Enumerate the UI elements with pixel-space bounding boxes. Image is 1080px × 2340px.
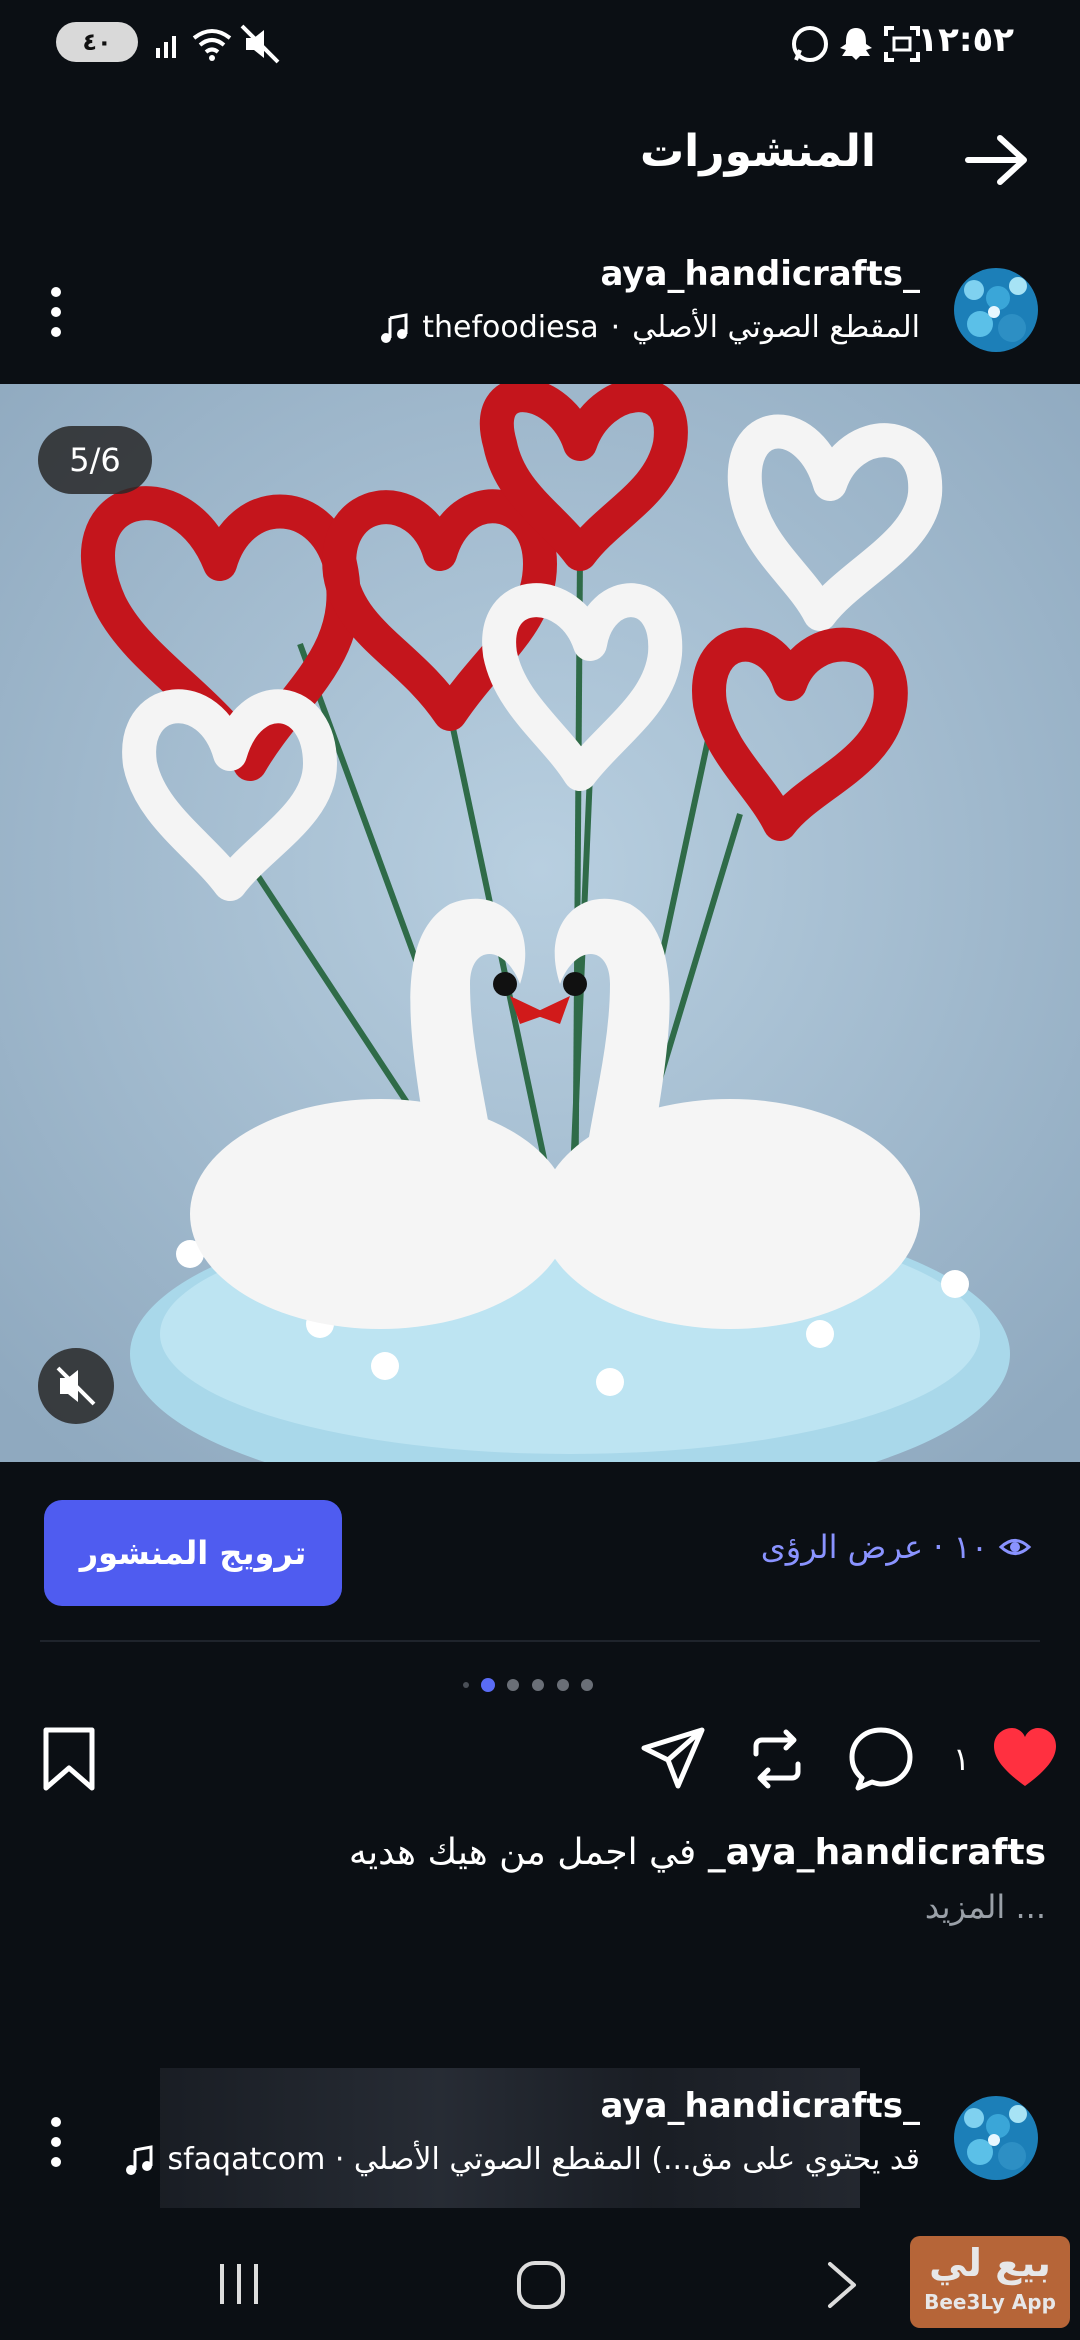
carousel-dots: [463, 1678, 593, 1692]
caption-text: في اجمل من هيك هديه: [348, 1832, 697, 1873]
repost-icon[interactable]: [742, 1724, 812, 1794]
avatar[interactable]: [954, 2096, 1038, 2180]
bookmark-icon[interactable]: [34, 1724, 104, 1794]
snapchat-icon: [840, 28, 872, 60]
post-username[interactable]: aya_handicrafts_: [601, 254, 921, 294]
swan-hearts-image: [0, 384, 1080, 1462]
carousel-dot: [581, 1679, 593, 1691]
watermark-title: بيع لي: [929, 2241, 1051, 2285]
heart-icon[interactable]: [990, 1724, 1060, 1794]
caption-more-link[interactable]: ... المزيد: [925, 1888, 1046, 1926]
carousel-dot: [532, 1679, 544, 1691]
avatar-image: [954, 268, 1038, 352]
mute-status-icon: [240, 24, 280, 64]
promote-post-button[interactable]: ترويج المنشور: [44, 1500, 342, 1606]
carousel-dot: [557, 1679, 569, 1691]
audio-line[interactable]: المقطع الصوتي الأصلي · thefoodiesa: [378, 310, 920, 345]
avatar-image: [954, 2096, 1038, 2180]
signal-icon: [156, 36, 176, 58]
post2-username[interactable]: aya_handicrafts_: [601, 2086, 921, 2126]
carousel-dot: [507, 1679, 519, 1691]
speaker-mute-icon: [56, 1366, 96, 1406]
post-caption: aya_handicrafts_ في اجمل من هيك هديه: [349, 1832, 1046, 1873]
page-title: المنشورات: [639, 126, 876, 177]
music-note-icon: [381, 312, 408, 343]
watermark-subtitle: Bee3Ly App: [924, 2290, 1056, 2314]
battery-level: ٤٠: [82, 28, 112, 56]
audio-author: thefoodiesa: [422, 310, 599, 345]
post2-audio-text: قد يحتوي على مق...) المقطع الصوتي الأصلي…: [167, 2142, 920, 2177]
wifi-icon: [192, 29, 232, 61]
avatar[interactable]: [954, 268, 1038, 352]
caption-username[interactable]: aya_handicrafts_: [708, 1832, 1046, 1873]
status-bar: ٤٠ ١٢:٥٢: [0, 0, 1080, 86]
battery-indicator: ٤٠: [56, 22, 138, 62]
recent-apps-icon[interactable]: [214, 2260, 264, 2308]
carousel-dot-active: [481, 1678, 495, 1692]
eye-icon: [998, 1539, 1032, 1555]
whatsapp-icon: [792, 26, 828, 62]
post2-audio-line[interactable]: قد يحتوي على مق...) المقطع الصوتي الأصلي…: [123, 2142, 920, 2177]
watermark-logo: بيع لي Bee3Ly App: [910, 2236, 1070, 2328]
views-label: ١٠ · عرض الرؤى: [760, 1528, 988, 1566]
share-icon[interactable]: [638, 1724, 708, 1794]
post-media[interactable]: [0, 384, 1080, 1462]
more-options-icon[interactable]: [46, 2114, 66, 2170]
music-note-icon: [126, 2144, 153, 2175]
comment-icon[interactable]: [846, 1724, 916, 1794]
view-insights-link[interactable]: ١٠ · عرض الرؤى: [761, 1528, 1032, 1566]
mute-button[interactable]: [38, 1348, 114, 1424]
carousel-dot: [463, 1682, 469, 1688]
back-icon[interactable]: [824, 2260, 860, 2310]
more-options-icon[interactable]: [46, 284, 66, 340]
home-icon[interactable]: [514, 2258, 568, 2312]
divider: [40, 1640, 1040, 1642]
media-counter: 5/6: [38, 426, 152, 494]
status-time: ١٢:٥٢: [917, 20, 1014, 60]
back-arrow-icon[interactable]: [962, 130, 1032, 190]
audio-label: المقطع الصوتي الأصلي: [632, 310, 920, 345]
like-count[interactable]: ١: [953, 1740, 970, 1778]
audio-separator: ·: [610, 310, 621, 345]
